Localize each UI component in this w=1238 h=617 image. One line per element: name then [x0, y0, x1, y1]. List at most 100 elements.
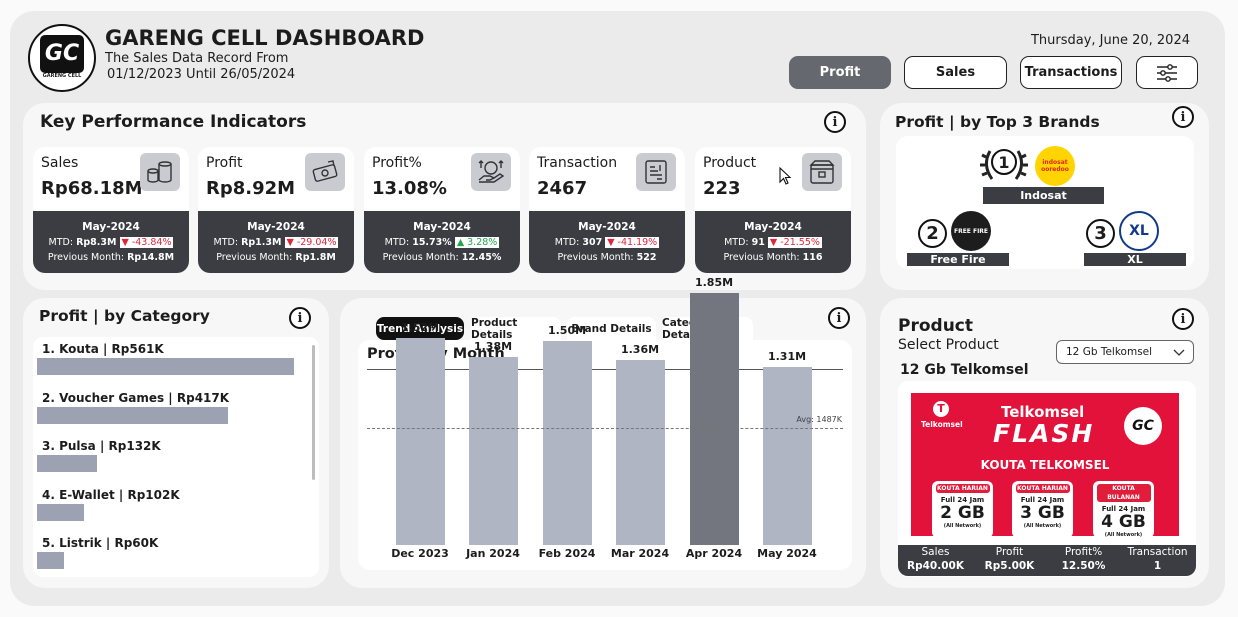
kpi-mtd-line: MTD: 307 ▼ -41.19% [529, 235, 685, 250]
telkomsel-small-logo: T [933, 401, 949, 417]
kpi-mtd-line: MTD: Rp1.3M ▼ -29.04% [198, 235, 354, 250]
kpi-change-value: -41.19% [617, 237, 658, 248]
package-type: KOUTA HARIAN [1015, 484, 1070, 493]
category-label: 2. Voucher Games | Rp417K [42, 390, 230, 405]
product-stat: Transaction 1 [1120, 545, 1195, 573]
chart-x-tick-label: Dec 2023 [391, 547, 449, 560]
kpi-change-value: -43.84% [131, 237, 172, 248]
kpi-change-badge: ▼ -29.04% [284, 237, 339, 248]
kpi-mtd-value: 307 [582, 237, 603, 248]
category-title: Profit | by Category [39, 307, 210, 325]
average-line [367, 428, 843, 429]
product-box-icon [802, 153, 842, 191]
kpi-prev-label: Previous Month: [216, 252, 293, 263]
kpi-mtd-box: May-2024 MTD: Rp1.3M ▼ -29.04% Previous Mo… [198, 211, 354, 273]
category-label: 4. E-Wallet | Rp102K [42, 487, 180, 502]
package-card: KOUTA HARIAN Full 24 Jam 3 GB (All Network) [1012, 481, 1073, 538]
money-icon [305, 153, 345, 191]
filter-button[interactable] [1136, 56, 1198, 89]
product-stat-label: Profit% [1064, 546, 1103, 558]
kpi-change-value: 3.28% [467, 237, 498, 248]
sliders-icon [1157, 63, 1177, 82]
kpi-label: Transaction [537, 155, 618, 171]
chart-x-tick-label: Jan 2024 [466, 547, 520, 560]
brands-info-icon[interactable]: i [1172, 106, 1194, 128]
chart-bar[interactable] [543, 341, 592, 545]
kpi-change-badge: ▼ -41.19% [605, 237, 660, 248]
chart-data-label: 1.50M [547, 324, 587, 337]
product-stat: Sales Rp40.00K [898, 545, 973, 573]
chart-bar[interactable] [396, 338, 445, 545]
product-stat-label: Sales [921, 546, 950, 558]
indosat-logo-text: indosat ooredoo [1041, 159, 1069, 173]
brand-1-label: Indosat [983, 187, 1104, 204]
kpi-change-badge: ▼ -21.55% [767, 237, 822, 248]
arrow-down-icon: ▼ [286, 237, 297, 248]
kpi-month: May-2024 [413, 221, 471, 233]
kpi-change-badge: ▼ -43.84% [119, 237, 174, 248]
banner-flash: FLASH [993, 419, 1095, 448]
arrow-down-icon: ▼ [121, 237, 132, 248]
chart-info-icon[interactable]: i [828, 307, 850, 329]
kpi-card-transaction: Transaction 2467 May-2024 MTD: 307 ▼ -41.19… [529, 147, 685, 273]
package-size: 3 GB [1020, 503, 1065, 523]
chart-data-label: 1.52M [400, 321, 440, 334]
kpi-mtd-label: MTD: [724, 237, 749, 248]
nav-transactions-button[interactable]: Transactions [1020, 56, 1122, 89]
brands-title: Profit | by Top 3 Brands [895, 113, 1100, 131]
chart-bar[interactable] [690, 293, 739, 545]
category-bar[interactable] [37, 406, 228, 424]
kpi-change-badge: ▲ 3.28% [454, 237, 500, 248]
category-info-icon[interactable]: i [289, 307, 311, 329]
package-card: KOUTA HARIAN Full 24 Jam 2 GB (All Network) [932, 481, 993, 538]
kpi-change-value: -21.55% [780, 237, 820, 248]
kpi-month: May-2024 [744, 221, 802, 233]
category-bar[interactable] [37, 358, 294, 375]
kpi-mtd-label: MTD: [554, 237, 580, 248]
category-scrollbar[interactable] [312, 345, 315, 480]
kpi-title: Key Performance Indicators [40, 112, 307, 132]
profit-hand-icon [471, 153, 511, 191]
kpi-prev-label: Previous Month: [382, 252, 459, 263]
kpi-mtd-box: May-2024 MTD: 307 ▼ -41.19% Previous Month… [529, 211, 685, 273]
product-stat: Profit Rp5.00K [972, 545, 1047, 573]
kpi-card-product: Product 223 May-2024 MTD: 91 ▼ -21.55% Previ… [695, 147, 851, 273]
kpi-prev-value: 12.45% [461, 252, 502, 263]
category-bar[interactable] [37, 455, 97, 472]
kpi-value: Rp8.92M [206, 178, 296, 199]
kpi-info-icon[interactable]: i [824, 111, 846, 133]
subtitle-line-2: 01/12/2023 Until 26/05/2024 [107, 67, 296, 82]
page-title: GARENG CELL DASHBOARD [105, 26, 425, 50]
freefire-logo: FREE FIRE [951, 211, 991, 251]
kpi-prev-label: Previous Month: [557, 252, 634, 263]
brand-3-label: XL [1084, 253, 1186, 266]
kpi-mtd-box: May-2024 MTD: 91 ▼ -21.55% Previous Month:… [695, 211, 851, 273]
product-dropdown[interactable]: 12 Gb Telkomsel [1056, 340, 1194, 364]
product-stat-value: 1 [1153, 560, 1162, 572]
category-bar[interactable] [37, 552, 64, 569]
nav-profit-button[interactable]: Profit [789, 56, 891, 89]
kpi-change-value: -29.04% [296, 237, 337, 248]
kpi-mtd-value: Rp8.3M [76, 237, 117, 248]
product-info-icon[interactable]: i [1172, 308, 1194, 330]
kpi-mtd-value: 15.73% [412, 237, 452, 248]
product-stat: Profit% 12.50% [1046, 545, 1121, 573]
nav-sales-button[interactable]: Sales [904, 56, 1007, 89]
category-bar[interactable] [37, 503, 84, 521]
kpi-value: 223 [703, 178, 741, 199]
kpi-mtd-label: MTD: [48, 237, 74, 248]
chart-bar[interactable] [616, 360, 665, 545]
chart-bar[interactable] [469, 357, 518, 545]
category-label: 5. Listrik | Rp60K [42, 536, 159, 550]
logo: GC GARENG CELL [28, 24, 96, 92]
kpi-mtd-label: MTD: [213, 237, 239, 248]
kpi-mtd-value: Rp1.3M [241, 237, 282, 248]
chart-x-tick-label: Mar 2024 [610, 547, 670, 560]
chart-bar[interactable] [763, 367, 812, 545]
kpi-value: Rp68.18M [41, 178, 143, 199]
package-size: 2 GB [940, 503, 985, 523]
package-network: (All Network) [943, 523, 982, 529]
rank-1-badge: 1 [991, 149, 1017, 175]
kpi-value: 2467 [537, 178, 588, 199]
kpi-mtd-box: May-2024 MTD: 15.73% ▲ 3.28% Previous Mont… [364, 211, 520, 273]
